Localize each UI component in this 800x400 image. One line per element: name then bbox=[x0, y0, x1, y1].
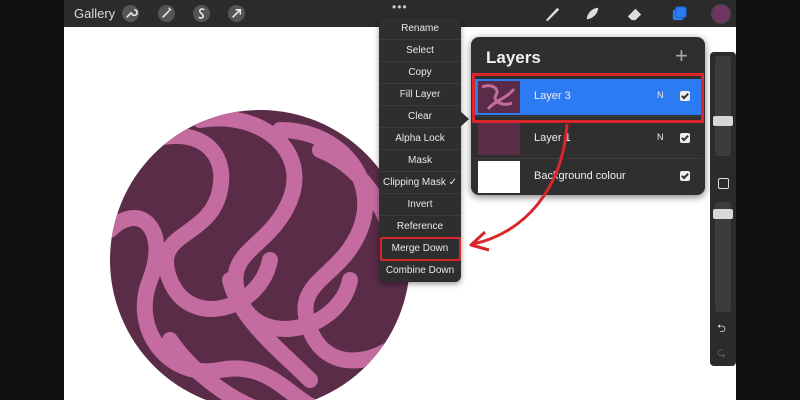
more-options-dots[interactable]: ••• bbox=[392, 0, 408, 14]
swirl-artwork bbox=[110, 110, 410, 400]
add-layer-button[interactable]: + bbox=[675, 43, 688, 69]
brush-size-slider[interactable] bbox=[715, 56, 731, 156]
layers-title: Layers bbox=[486, 48, 541, 67]
redo-icon[interactable]: ⮎ bbox=[717, 344, 726, 363]
opacity-thumb[interactable] bbox=[713, 209, 733, 219]
layers-icon[interactable] bbox=[670, 4, 689, 23]
selection-s-icon[interactable] bbox=[192, 4, 211, 23]
magic-wand-icon[interactable] bbox=[157, 4, 176, 23]
brush-icon[interactable] bbox=[543, 4, 562, 23]
menu-item-combine-down[interactable]: Combine Down bbox=[379, 260, 461, 282]
menu-item-copy[interactable]: Copy bbox=[379, 62, 461, 84]
menu-item-select[interactable]: Select bbox=[379, 40, 461, 62]
modify-button[interactable] bbox=[718, 178, 729, 189]
menu-item-mask[interactable]: Mask bbox=[379, 150, 461, 172]
merge-down-highlight bbox=[380, 237, 461, 261]
smudge-icon[interactable] bbox=[583, 4, 602, 23]
brush-sidebar: ⮌ ⮎ bbox=[710, 52, 736, 366]
menu-item-clear[interactable]: Clear bbox=[379, 106, 461, 128]
current-color-swatch[interactable] bbox=[711, 4, 731, 24]
wrench-icon[interactable] bbox=[121, 4, 140, 23]
menu-item-rename[interactable]: Rename bbox=[379, 18, 461, 40]
transform-arrow-icon[interactable] bbox=[227, 4, 246, 23]
annotation-arrow bbox=[469, 123, 569, 252]
menu-item-invert[interactable]: Invert bbox=[379, 194, 461, 216]
menu-item-reference[interactable]: Reference bbox=[379, 216, 461, 238]
brush-size-thumb[interactable] bbox=[713, 116, 733, 126]
menu-item-alpha-lock[interactable]: Alpha Lock bbox=[379, 128, 461, 150]
gallery-button[interactable]: Gallery bbox=[74, 6, 115, 21]
undo-icon[interactable]: ⮌ bbox=[717, 320, 726, 339]
layer-3-highlight bbox=[472, 73, 704, 123]
visibility-checkbox[interactable] bbox=[680, 171, 690, 181]
menu-item-clipping-mask[interactable]: Clipping Mask ✓ bbox=[379, 172, 461, 194]
blend-mode-label[interactable]: N bbox=[657, 132, 664, 142]
menu-item-fill-layer[interactable]: Fill Layer bbox=[379, 84, 461, 106]
visibility-checkbox[interactable] bbox=[680, 133, 690, 143]
eraser-icon[interactable] bbox=[625, 4, 644, 23]
